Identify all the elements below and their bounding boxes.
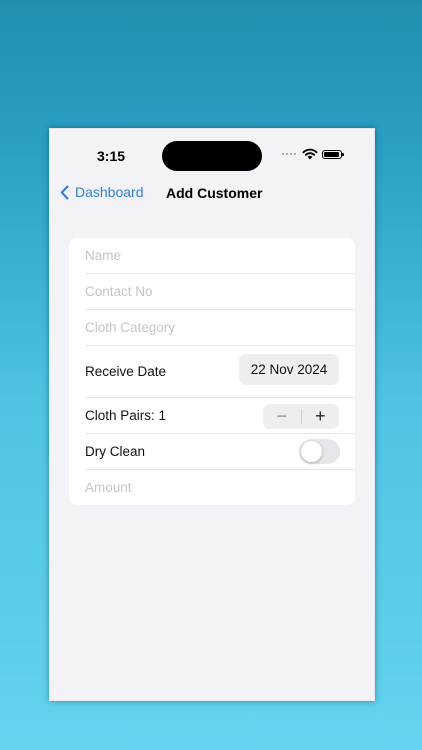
- back-button[interactable]: Dashboard: [60, 184, 144, 200]
- toggle-knob: [301, 441, 322, 462]
- wifi-icon: [302, 148, 318, 160]
- dry-clean-toggle[interactable]: [299, 439, 340, 464]
- app-window: 3:15 Dashboard Add Customer Name Contact…: [49, 128, 375, 701]
- category-placeholder: Cloth Category: [85, 320, 176, 335]
- customer-form: Name Contact No Cloth Category Receive D…: [69, 238, 355, 505]
- receive-date-row: Receive Date 22 Nov 2024: [85, 346, 355, 398]
- date-picker-button[interactable]: 22 Nov 2024: [239, 354, 339, 385]
- cloth-pairs-label: Cloth Pairs: 1: [85, 408, 167, 423]
- receive-date-label: Receive Date: [85, 364, 167, 379]
- cloth-pairs-stepper[interactable]: − +: [263, 404, 339, 429]
- signal-icon: [282, 153, 296, 155]
- contact-placeholder: Contact No: [85, 284, 153, 299]
- cloth-pairs-row: Cloth Pairs: 1 − +: [85, 398, 355, 434]
- chevron-left-icon: [60, 185, 69, 199]
- increment-button[interactable]: +: [302, 404, 340, 429]
- amount-field[interactable]: Amount: [85, 470, 355, 505]
- page-title: Add Customer: [166, 185, 263, 201]
- dry-clean-row: Dry Clean: [85, 434, 355, 470]
- decrement-button[interactable]: −: [263, 404, 301, 429]
- battery-icon: [322, 150, 344, 159]
- dry-clean-label: Dry Clean: [85, 444, 146, 459]
- back-label: Dashboard: [75, 184, 144, 200]
- dynamic-island: [162, 141, 262, 171]
- amount-placeholder: Amount: [85, 480, 132, 495]
- contact-field[interactable]: Contact No: [85, 274, 355, 310]
- navigation-bar: Dashboard Add Customer: [50, 179, 374, 207]
- name-placeholder: Name: [85, 248, 122, 263]
- name-field[interactable]: Name: [85, 238, 355, 274]
- status-bar: 3:15: [50, 129, 374, 179]
- category-field[interactable]: Cloth Category: [85, 310, 355, 346]
- status-time: 3:15: [97, 148, 126, 164]
